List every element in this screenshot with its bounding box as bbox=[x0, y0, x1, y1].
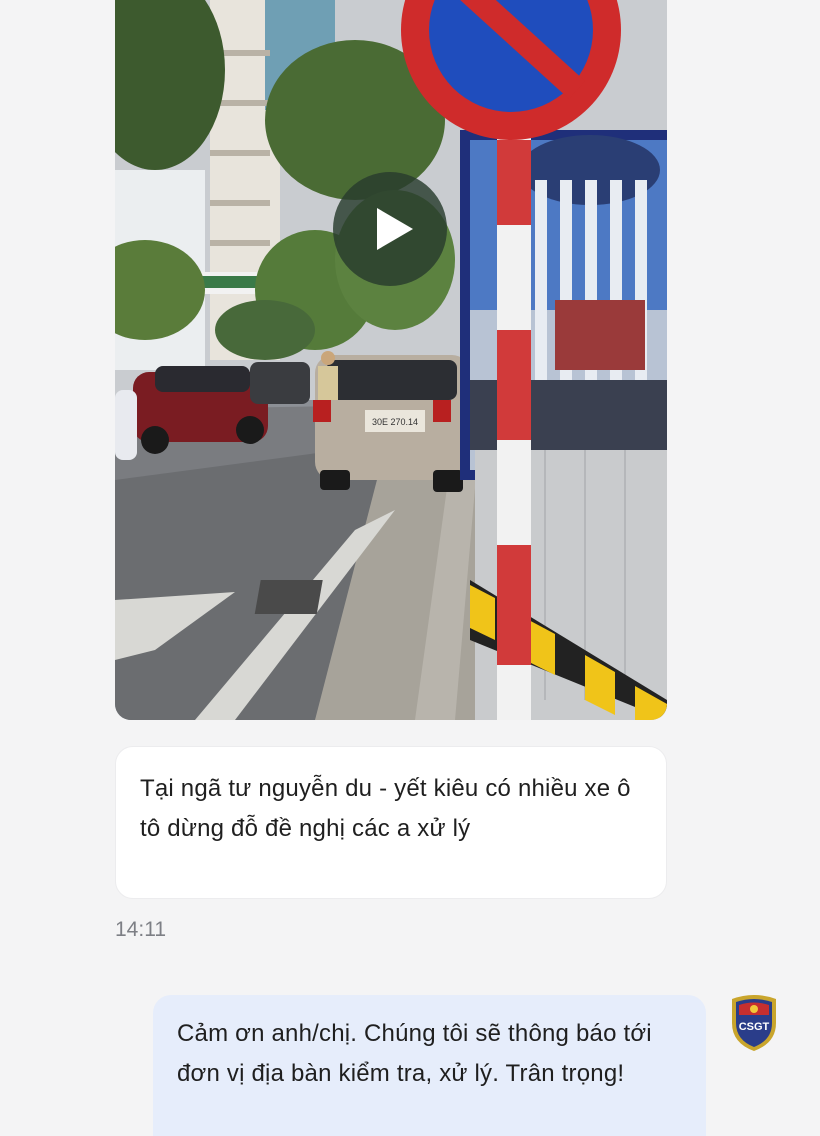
play-button[interactable] bbox=[333, 172, 447, 286]
badge-label: CSGT bbox=[739, 1021, 770, 1033]
outgoing-message-bubble[interactable]: Cảm ơn anh/chị. Chúng tôi sẽ thông báo t… bbox=[153, 995, 706, 1136]
video-message[interactable]: 30E 270.14 bbox=[115, 0, 667, 720]
video-thumbnail: 30E 270.14 bbox=[115, 0, 667, 720]
message-timestamp: 14:11 bbox=[115, 918, 166, 941]
play-icon bbox=[377, 208, 413, 250]
chat-thread: 30E 270.14 Tại ngã tư nguyễn du - yết ki… bbox=[0, 0, 820, 1136]
incoming-message-text: Tại ngã tư nguyễn du - yết kiêu có nhiều… bbox=[140, 775, 631, 842]
police-badge-icon[interactable]: CSGT bbox=[728, 993, 780, 1053]
outgoing-message-text: Cảm ơn anh/chị. Chúng tôi sẽ thông báo t… bbox=[177, 1020, 652, 1087]
svg-text:30E 270.14: 30E 270.14 bbox=[372, 417, 418, 427]
incoming-message-bubble[interactable]: Tại ngã tư nguyễn du - yết kiêu có nhiều… bbox=[115, 746, 667, 899]
